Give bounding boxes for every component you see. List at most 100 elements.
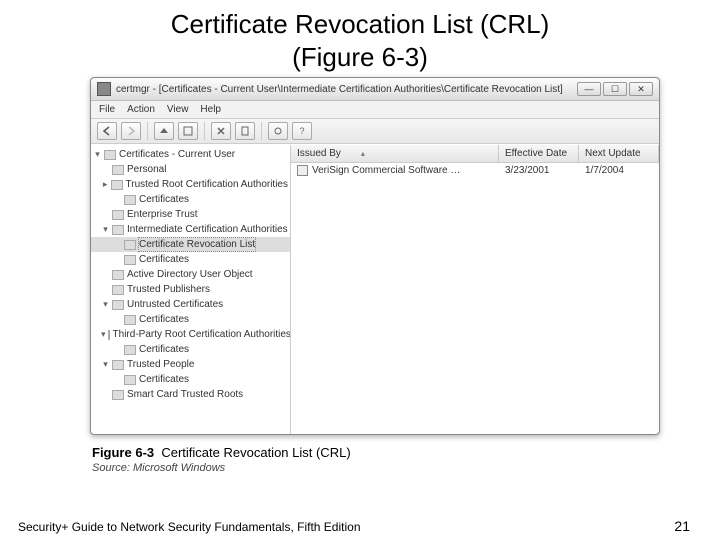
menu-view[interactable]: View	[167, 104, 189, 115]
column-next-update[interactable]: Next Update	[579, 145, 659, 162]
folder-icon	[124, 255, 136, 265]
minimize-button[interactable]: —	[577, 82, 601, 96]
slide-title-line1: Certificate Revocation List (CRL)	[171, 9, 550, 39]
page-number: 21	[674, 518, 690, 534]
options-button[interactable]	[178, 122, 198, 140]
figure-caption: Figure 6-3 Certificate Revocation List (…	[92, 445, 720, 460]
tree-item[interactable]: ▾ Trusted People	[91, 357, 290, 372]
tree-item[interactable]: Trusted Publishers	[91, 282, 290, 297]
menubar: File Action View Help	[91, 101, 659, 119]
tree-item-label: Active Directory User Object	[127, 268, 253, 281]
column-issued-by[interactable]: Issued By▴	[291, 145, 499, 162]
certmgr-window: certmgr - [Certificates - Current User\I…	[90, 77, 660, 435]
figure-text: Certificate Revocation List (CRL)	[161, 445, 350, 460]
tree-item[interactable]: ▾ Certificates - Current User	[91, 147, 290, 162]
tree-item[interactable]: Smart Card Trusted Roots	[91, 387, 290, 402]
folder-icon	[112, 360, 124, 370]
folder-icon	[124, 195, 136, 205]
column-headers: Issued By▴ Effective Date Next Update	[291, 145, 659, 163]
folder-icon	[108, 330, 110, 340]
figure-number: Figure 6-3	[92, 445, 154, 460]
folder-icon	[124, 315, 136, 325]
tree-item[interactable]: ▾ Intermediate Certification Authorities	[91, 222, 290, 237]
tree-item[interactable]: Certificates	[91, 372, 290, 387]
tree-item[interactable]: Certificate Revocation List	[91, 237, 290, 252]
folder-icon	[112, 270, 124, 280]
cell-effective-date: 3/23/2001	[499, 165, 579, 176]
expand-icon[interactable]: ▾	[101, 328, 106, 341]
menu-action[interactable]: Action	[127, 104, 155, 115]
folder-icon	[104, 150, 116, 160]
expand-icon[interactable]: ▾	[101, 298, 110, 311]
tree-item[interactable]: Enterprise Trust	[91, 207, 290, 222]
menu-file[interactable]: File	[99, 104, 115, 115]
forward-button[interactable]	[121, 122, 141, 140]
tree-item-label: Untrusted Certificates	[127, 298, 223, 311]
tree-item-label: Trusted People	[127, 358, 194, 371]
tree-item[interactable]: ▾ Untrusted Certificates	[91, 297, 290, 312]
window-title: certmgr - [Certificates - Current User\I…	[116, 84, 577, 95]
properties-button[interactable]	[235, 122, 255, 140]
folder-icon	[112, 210, 124, 220]
tree-item[interactable]: Certificates	[91, 312, 290, 327]
titlebar[interactable]: certmgr - [Certificates - Current User\I…	[91, 78, 659, 101]
footer-text: Security+ Guide to Network Security Fund…	[18, 520, 361, 534]
tree-item-label: Intermediate Certification Authorities	[127, 223, 288, 236]
expand-icon[interactable]: ▾	[93, 148, 102, 161]
tree-item[interactable]: Certificates	[91, 252, 290, 267]
tree-item[interactable]: Certificates	[91, 192, 290, 207]
folder-icon	[124, 240, 136, 250]
cell-issued-by: VeriSign Commercial Software …	[312, 165, 460, 176]
column-effective-date[interactable]: Effective Date	[499, 145, 579, 162]
tree-item-label: Smart Card Trusted Roots	[127, 388, 243, 401]
tree-item-label: Certificates	[139, 313, 189, 326]
slide-title-line2: (Figure 6-3)	[292, 42, 428, 72]
tree-item[interactable]: Active Directory User Object	[91, 267, 290, 282]
tree-item[interactable]: Certificates	[91, 342, 290, 357]
up-button[interactable]	[154, 122, 174, 140]
sort-indicator-icon: ▴	[361, 149, 365, 158]
tree-item[interactable]: ▾ Third-Party Root Certification Authorit…	[91, 327, 290, 342]
folder-icon	[124, 345, 136, 355]
toolbar: ?	[91, 119, 659, 144]
list-pane: Issued By▴ Effective Date Next Update Ve…	[291, 145, 659, 434]
folder-icon	[112, 285, 124, 295]
figure-source: Source: Microsoft Windows	[92, 462, 720, 474]
list-rows: VeriSign Commercial Software … 3/23/20011…	[291, 163, 659, 434]
table-row[interactable]: VeriSign Commercial Software … 3/23/20011…	[291, 163, 659, 178]
folder-icon	[112, 165, 124, 175]
tree-item-label: Trusted Root Certification Authorities	[126, 178, 288, 191]
maximize-button[interactable]: ☐	[603, 82, 627, 96]
close-button[interactable]: ✕	[629, 82, 653, 96]
tree-item-label: Third-Party Root Certification Authoriti…	[113, 328, 291, 341]
back-button[interactable]	[97, 122, 117, 140]
refresh-button[interactable]	[268, 122, 288, 140]
tree-item-label: Certificates - Current User	[119, 148, 235, 161]
cell-next-update: 1/7/2004	[579, 165, 659, 176]
delete-button[interactable]	[211, 122, 231, 140]
certificate-icon	[297, 165, 308, 176]
tree-item[interactable]: Personal	[91, 162, 290, 177]
app-icon	[97, 82, 111, 96]
folder-icon	[112, 390, 124, 400]
folder-icon	[112, 225, 124, 235]
folder-icon	[111, 180, 122, 190]
slide-title: Certificate Revocation List (CRL) (Figur…	[0, 8, 720, 73]
tree-item-label: Certificates	[139, 373, 189, 386]
expand-icon[interactable]: ▾	[101, 358, 110, 371]
tree-item-label: Enterprise Trust	[127, 208, 198, 221]
menu-help[interactable]: Help	[200, 104, 221, 115]
tree-item-label: Certificates	[139, 193, 189, 206]
tree-pane[interactable]: ▾ Certificates - Current User Personal ▸ Tru…	[91, 145, 291, 434]
tree-item-label: Personal	[127, 163, 166, 176]
expand-icon[interactable]: ▸	[101, 178, 109, 191]
folder-icon	[112, 300, 124, 310]
help-button[interactable]: ?	[292, 122, 312, 140]
tree-item-label: Certificates	[139, 343, 189, 356]
folder-icon	[124, 375, 136, 385]
tree-item-label: Trusted Publishers	[127, 283, 210, 296]
tree-item-label: Certificate Revocation List	[139, 238, 255, 251]
tree-item-label: Certificates	[139, 253, 189, 266]
tree-item[interactable]: ▸ Trusted Root Certification Authorities	[91, 177, 290, 192]
expand-icon[interactable]: ▾	[101, 223, 110, 236]
